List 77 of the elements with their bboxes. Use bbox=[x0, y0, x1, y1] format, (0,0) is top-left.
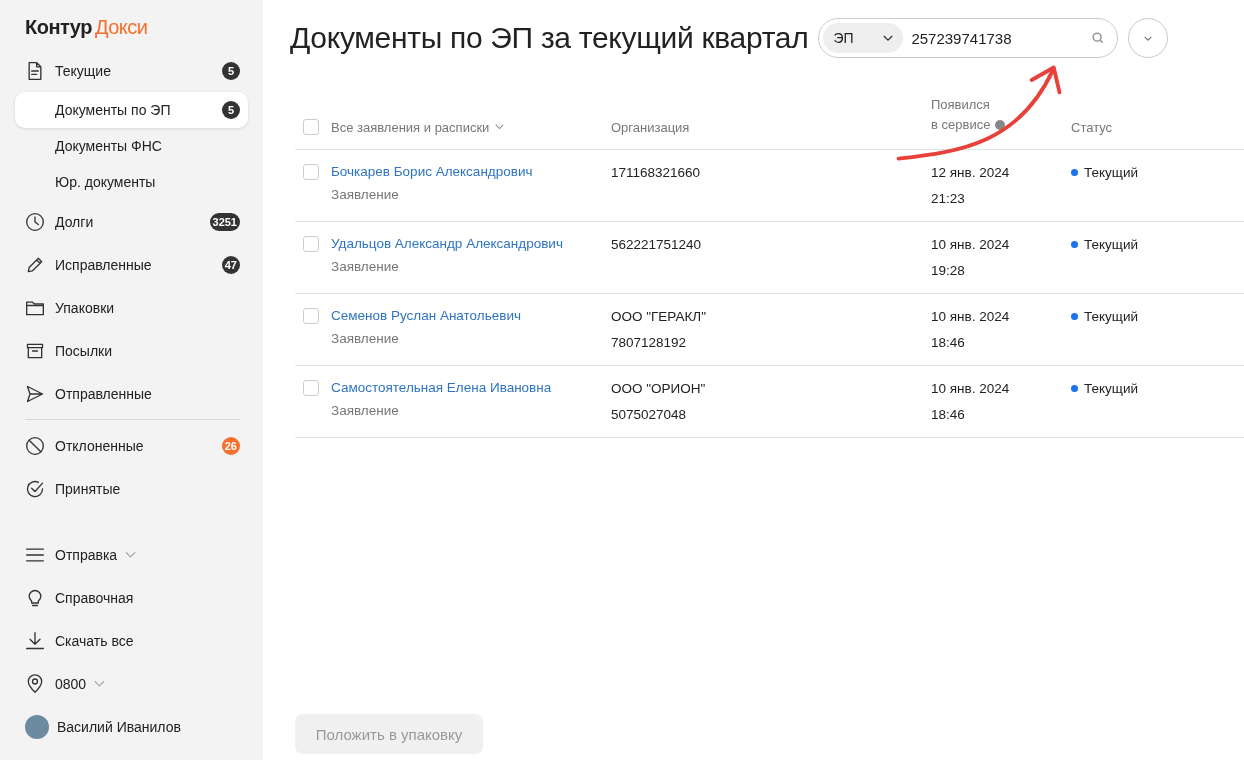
person-link[interactable]: Бочкарев Борис Александрович bbox=[331, 164, 533, 179]
nav-item[interactable]: Упаковки bbox=[15, 286, 248, 329]
row-checkbox[interactable] bbox=[303, 308, 319, 324]
column-header: Появился в сервисе bbox=[931, 96, 992, 134]
date-text: 10 янв. 2024 bbox=[931, 236, 1010, 254]
page-title: Документы по ЭП за текущий квартал bbox=[290, 21, 809, 55]
nav-item[interactable]: Отправка bbox=[15, 533, 248, 576]
document-type: Заявление bbox=[331, 403, 400, 418]
chevron-down-icon bbox=[495, 124, 505, 130]
nav-item[interactable]: 0800 bbox=[15, 662, 248, 705]
download-icon bbox=[25, 630, 45, 651]
nav-item[interactable]: Скачать все bbox=[15, 619, 248, 662]
column-header: Организация bbox=[611, 120, 690, 135]
row-checkbox[interactable] bbox=[303, 236, 319, 252]
clock-icon bbox=[25, 211, 45, 232]
organization-text: ООО "ГЕРАКЛ" bbox=[611, 308, 706, 326]
nav-subitem[interactable]: Юр. документы bbox=[15, 164, 248, 200]
expand-button[interactable] bbox=[1128, 18, 1169, 58]
row-checkbox[interactable] bbox=[303, 380, 319, 396]
organization-text: ООО "ОРИОН" bbox=[611, 380, 706, 398]
organization-text: 562221751240 bbox=[611, 236, 702, 254]
chevron-down-icon bbox=[125, 550, 137, 559]
row-checkbox[interactable] bbox=[303, 164, 319, 180]
nav-item[interactable]: Отправленные bbox=[15, 372, 248, 415]
scope-dropdown[interactable]: ЭП bbox=[823, 23, 904, 53]
nav-item[interactable]: Принятые bbox=[15, 467, 248, 510]
nav-subitem[interactable]: Документы ФНС bbox=[15, 128, 248, 164]
count-badge: 5 bbox=[222, 61, 240, 80]
nav-item[interactable]: Долги 3251 bbox=[15, 200, 248, 243]
nav-subitem[interactable]: Документы по ЭП 5 bbox=[15, 92, 248, 128]
column-header: Статус bbox=[1071, 120, 1113, 135]
status-dot bbox=[1071, 241, 1078, 248]
organization-text: 171168321660 bbox=[611, 164, 701, 182]
ban-icon bbox=[25, 435, 45, 456]
map-pin-icon bbox=[25, 673, 45, 694]
date-text: 12 янв. 2024 bbox=[931, 164, 1010, 182]
time-text: 21:23 bbox=[931, 190, 965, 208]
nav-item[interactable]: Текущие 5 bbox=[15, 49, 248, 92]
select-all-checkbox[interactable] bbox=[303, 119, 319, 135]
person-link[interactable]: Семенов Руслан Анатольевич bbox=[331, 308, 521, 323]
date-text: 10 янв. 2024 bbox=[931, 308, 1010, 326]
help-icon[interactable] bbox=[995, 120, 1005, 130]
time-text: 19:28 bbox=[931, 262, 965, 280]
count-badge: 47 bbox=[221, 255, 240, 274]
status-dot bbox=[1071, 385, 1078, 392]
count-badge: 3251 bbox=[209, 212, 240, 231]
status-text: Текущий bbox=[1084, 308, 1138, 326]
status-text: Текущий bbox=[1084, 164, 1138, 182]
date-text: 10 янв. 2024 bbox=[931, 380, 1010, 398]
chevron-down-icon bbox=[883, 34, 894, 42]
status-dot bbox=[1071, 169, 1078, 176]
search-icon[interactable] bbox=[1091, 31, 1106, 45]
person-link[interactable]: Удальцов Александр Александрович bbox=[331, 236, 563, 251]
document-type: Заявление bbox=[331, 187, 400, 202]
app-logo[interactable]: КонтурДокси bbox=[15, 14, 248, 49]
chevron-down-icon bbox=[94, 679, 106, 688]
document-type: Заявление bbox=[331, 331, 400, 346]
count-badge: 26 bbox=[221, 436, 240, 455]
status-dot bbox=[1071, 313, 1078, 320]
nav-item[interactable]: Справочная bbox=[15, 576, 248, 619]
send-icon bbox=[25, 383, 45, 404]
time-text: 18:46 bbox=[931, 334, 965, 352]
user-profile[interactable]: Василий Иванилов bbox=[15, 705, 248, 748]
nav-item[interactable]: Посылки bbox=[15, 329, 248, 372]
status-text: Текущий bbox=[1084, 236, 1138, 254]
person-link[interactable]: Самостоятельная Елена Ивановна bbox=[331, 380, 552, 395]
organization-text: 7807128192 bbox=[611, 334, 687, 352]
avatar-placeholder bbox=[25, 714, 49, 739]
document-type: Заявление bbox=[331, 259, 400, 274]
time-text: 18:46 bbox=[931, 406, 965, 424]
chevron-down-icon bbox=[1143, 34, 1154, 42]
count-badge: 5 bbox=[222, 101, 240, 119]
status-text: Текущий bbox=[1084, 380, 1138, 398]
nav-item[interactable]: Исправленные 47 bbox=[15, 243, 248, 286]
nav-item[interactable]: Отклоненные 26 bbox=[15, 424, 248, 467]
column-filter[interactable]: Все заявления и расписки bbox=[331, 119, 505, 135]
organization-text: 5075027048 bbox=[611, 406, 687, 424]
